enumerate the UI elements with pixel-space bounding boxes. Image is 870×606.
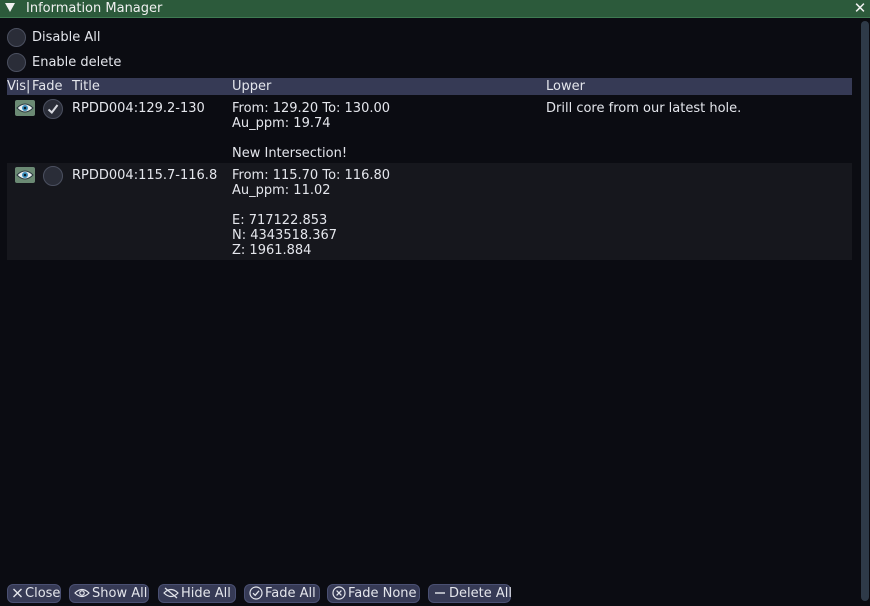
close-button-label: Close <box>25 586 61 601</box>
hide-all-button-label: Hide All <box>181 586 231 601</box>
vertical-scrollbar[interactable] <box>860 19 870 606</box>
close-window-icon[interactable]: ✕ <box>852 0 868 17</box>
scrollbar-thumb[interactable] <box>861 21 869 601</box>
show-all-button-label: Show All <box>92 586 148 601</box>
fade-all-button-label: Fade All <box>265 586 316 601</box>
close-button[interactable]: Close <box>7 584 61 603</box>
enable-delete-label: Enable delete <box>32 55 122 70</box>
disable-all-checkbox[interactable] <box>7 28 26 47</box>
checkmark-icon <box>47 104 59 114</box>
header-lower: Lower <box>546 79 585 94</box>
eye-slash-icon <box>163 587 179 599</box>
row-title: RPDD004:129.2-130 <box>72 101 205 116</box>
hide-all-button[interactable]: Hide All <box>158 584 236 603</box>
table-header: Vis| Fade Title Upper Lower <box>7 78 852 95</box>
row-upper: From: 115.70 To: 116.80 Au_ppm: 11.02 E:… <box>232 168 391 258</box>
table-row: RPDD004:129.2-130 From: 129.20 To: 130.0… <box>7 96 852 162</box>
enable-delete-checkbox[interactable] <box>7 53 26 72</box>
fade-checkbox[interactable] <box>43 166 63 186</box>
window-titlebar: Information Manager ✕ <box>0 0 870 18</box>
row-upper: From: 129.20 To: 130.00 Au_ppm: 19.74 Ne… <box>232 101 391 161</box>
minus-icon <box>435 592 445 594</box>
header-fade: Fade <box>32 79 63 94</box>
show-all-button[interactable]: Show All <box>69 584 149 603</box>
fade-none-button[interactable]: Fade None <box>327 584 420 603</box>
collapse-triangle-icon[interactable] <box>5 3 15 12</box>
x-circle-icon <box>332 586 346 600</box>
row-title: RPDD004:115.7-116.8 <box>72 168 218 183</box>
disable-all-label: Disable All <box>32 30 101 45</box>
header-vis: Vis| <box>7 79 31 94</box>
window-title: Information Manager <box>26 1 163 16</box>
eye-icon[interactable] <box>15 100 35 116</box>
fade-none-button-label: Fade None <box>348 586 417 601</box>
table-row: RPDD004:115.7-116.8 From: 115.70 To: 116… <box>7 163 852 260</box>
fade-checkbox[interactable] <box>43 99 63 119</box>
eye-icon[interactable] <box>15 167 35 183</box>
x-icon <box>13 588 22 598</box>
row-lower: Drill core from our latest hole. <box>546 101 742 116</box>
delete-all-button[interactable]: Delete All <box>428 584 512 603</box>
header-title: Title <box>72 79 100 94</box>
fade-all-button[interactable]: Fade All <box>244 584 320 603</box>
header-upper: Upper <box>232 79 272 94</box>
delete-all-button-label: Delete All <box>449 586 512 601</box>
eye-outline-icon <box>74 588 90 598</box>
check-circle-icon <box>249 586 263 600</box>
